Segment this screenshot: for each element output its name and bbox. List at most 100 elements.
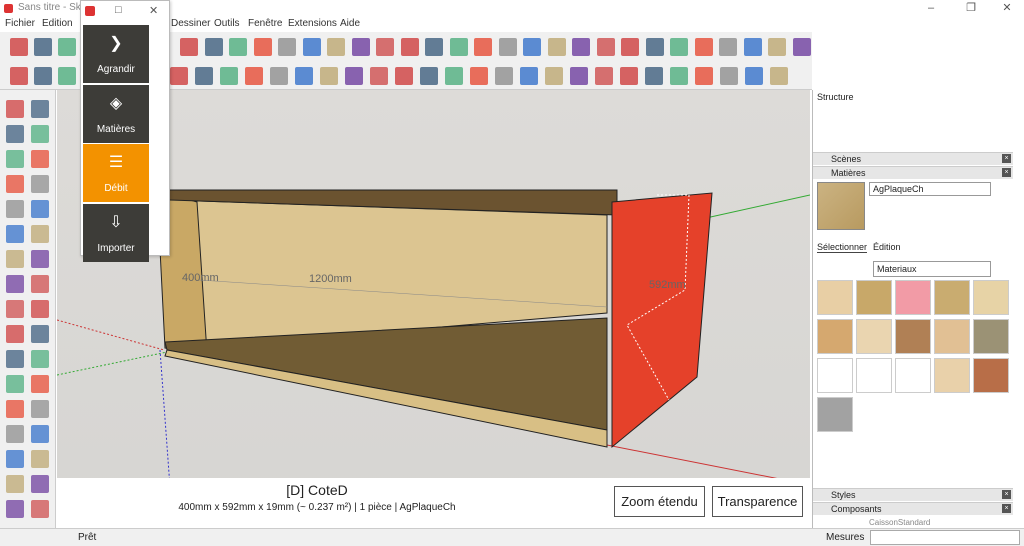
toolbar-tool-icon[interactable] bbox=[445, 67, 463, 85]
material-swatch[interactable] bbox=[973, 319, 1009, 354]
toolbar-tool-icon[interactable] bbox=[58, 67, 76, 85]
toolbar-tool-icon[interactable] bbox=[523, 38, 541, 56]
toolbar-tool-icon[interactable] bbox=[295, 67, 313, 85]
popup-close-icon[interactable]: ✕ bbox=[149, 4, 158, 17]
agrandir-button[interactable]: ❯ Agrandir bbox=[83, 25, 149, 83]
material-swatch[interactable] bbox=[856, 280, 892, 315]
material-swatch[interactable] bbox=[817, 319, 853, 354]
toolbar-tool-icon[interactable] bbox=[34, 67, 52, 85]
material-swatch[interactable] bbox=[895, 280, 931, 315]
measurements-input[interactable] bbox=[870, 530, 1020, 545]
material-name-field[interactable]: AgPlaqueCh bbox=[869, 182, 991, 196]
toolbar-tool-icon[interactable] bbox=[645, 67, 663, 85]
material-swatch[interactable] bbox=[895, 358, 931, 393]
drawing-tool-icon[interactable] bbox=[6, 475, 24, 493]
material-swatch[interactable] bbox=[856, 358, 892, 393]
drawing-tool-icon[interactable] bbox=[6, 425, 24, 443]
toolbar-tool-icon[interactable] bbox=[320, 67, 338, 85]
toolbar-tool-icon[interactable] bbox=[570, 67, 588, 85]
material-swatch[interactable] bbox=[973, 358, 1009, 393]
toolbar-tool-icon[interactable] bbox=[229, 38, 247, 56]
composants-header[interactable]: Composants × bbox=[813, 502, 1013, 515]
importer-button[interactable]: ⇩ Importer bbox=[83, 204, 149, 262]
popup-maximize-icon[interactable]: □ bbox=[115, 4, 122, 16]
menu-edition[interactable]: Edition bbox=[42, 18, 73, 29]
transparency-button[interactable]: Transparence bbox=[712, 486, 803, 517]
drawing-tool-icon[interactable] bbox=[6, 500, 24, 518]
tab-edit[interactable]: Édition bbox=[873, 242, 901, 252]
toolbar-tool-icon[interactable] bbox=[520, 67, 538, 85]
library-dropdown[interactable]: Materiaux bbox=[873, 261, 991, 277]
drawing-tool-icon[interactable] bbox=[6, 100, 24, 118]
toolbar-tool-icon[interactable] bbox=[245, 67, 263, 85]
toolbar-tool-icon[interactable] bbox=[278, 38, 296, 56]
tab-select[interactable]: Sélectionner bbox=[817, 242, 868, 253]
toolbar-tool-icon[interactable] bbox=[621, 38, 639, 56]
toolbar-tool-icon[interactable] bbox=[670, 67, 688, 85]
toolbar-tool-icon[interactable] bbox=[170, 67, 188, 85]
toolbar-tool-icon[interactable] bbox=[620, 67, 638, 85]
drawing-tool-icon[interactable] bbox=[6, 300, 24, 318]
toolbar-tool-icon[interactable] bbox=[694, 38, 713, 56]
toolbar-tool-icon[interactable] bbox=[720, 67, 738, 85]
material-swatch[interactable] bbox=[934, 319, 970, 354]
toolbar-tool-icon[interactable] bbox=[370, 67, 388, 85]
drawing-tool-icon[interactable] bbox=[31, 275, 49, 293]
toolbar-tool-icon[interactable] bbox=[425, 38, 443, 56]
drawing-tool-icon[interactable] bbox=[31, 475, 49, 493]
material-swatch[interactable] bbox=[895, 319, 931, 354]
toolbar-tool-icon[interactable] bbox=[792, 38, 811, 56]
toolbar-tool-icon[interactable] bbox=[345, 67, 363, 85]
drawing-tool-icon[interactable] bbox=[31, 500, 49, 518]
menu-extensions[interactable]: Extensions bbox=[288, 18, 337, 29]
toolbar-tool-icon[interactable] bbox=[195, 67, 213, 85]
menu-dessiner[interactable]: Dessiner bbox=[171, 18, 210, 29]
drawing-tool-icon[interactable] bbox=[31, 425, 49, 443]
material-swatch[interactable] bbox=[973, 280, 1009, 315]
component-item[interactable]: CaissonStandard bbox=[869, 518, 930, 527]
toolbar-tool-icon[interactable] bbox=[470, 67, 488, 85]
drawing-tool-icon[interactable] bbox=[31, 175, 49, 193]
menu-fenetre[interactable]: Fenêtre bbox=[248, 18, 282, 29]
toolbar-tool-icon[interactable] bbox=[400, 38, 419, 56]
material-swatch[interactable] bbox=[856, 319, 892, 354]
matieres-button[interactable]: ◈ Matières bbox=[83, 85, 149, 143]
toolbar-tool-icon[interactable] bbox=[495, 67, 513, 85]
toolbar-tool-icon[interactable] bbox=[545, 67, 563, 85]
menu-aide[interactable]: Aide bbox=[340, 18, 360, 29]
drawing-tool-icon[interactable] bbox=[6, 275, 24, 293]
toolbar-tool-icon[interactable] bbox=[595, 67, 613, 85]
toolbar-tool-icon[interactable] bbox=[498, 38, 517, 56]
drawing-tool-icon[interactable] bbox=[31, 300, 49, 318]
toolbar-tool-icon[interactable] bbox=[572, 38, 590, 56]
close-button[interactable]: ✕ bbox=[992, 0, 1022, 18]
drawing-tool-icon[interactable] bbox=[31, 325, 49, 343]
maximize-button[interactable]: ❐ bbox=[956, 0, 986, 18]
material-swatch[interactable] bbox=[817, 397, 853, 432]
toolbar-tool-icon[interactable] bbox=[719, 38, 737, 56]
drawing-tool-icon[interactable] bbox=[31, 250, 49, 268]
drawing-tool-icon[interactable] bbox=[6, 150, 24, 168]
drawing-tool-icon[interactable] bbox=[31, 400, 49, 418]
toolbar-tool-icon[interactable] bbox=[302, 38, 321, 56]
toolbar-tool-icon[interactable] bbox=[180, 38, 198, 56]
drawing-tool-icon[interactable] bbox=[31, 375, 49, 393]
toolbar-tool-icon[interactable] bbox=[204, 38, 223, 56]
drawing-tool-icon[interactable] bbox=[6, 325, 24, 343]
drawing-tool-icon[interactable] bbox=[6, 125, 24, 143]
zoom-extents-button[interactable]: Zoom étendu bbox=[614, 486, 705, 517]
material-swatch[interactable] bbox=[934, 358, 970, 393]
toolbar-tool-icon[interactable] bbox=[474, 38, 492, 56]
toolbar-tool-icon[interactable] bbox=[351, 38, 370, 56]
scenes-header[interactable]: Scènes × bbox=[813, 152, 1013, 165]
menu-fichier[interactable]: Fichier bbox=[5, 18, 35, 29]
drawing-tool-icon[interactable] bbox=[6, 250, 24, 268]
debit-button[interactable]: ☰ Débit bbox=[83, 144, 149, 202]
toolbar-tool-icon[interactable] bbox=[58, 38, 76, 56]
drawing-tool-icon[interactable] bbox=[31, 225, 49, 243]
material-swatch[interactable] bbox=[817, 358, 853, 393]
toolbar-tool-icon[interactable] bbox=[670, 38, 688, 56]
drawing-tool-icon[interactable] bbox=[6, 350, 24, 368]
toolbar-tool-icon[interactable] bbox=[395, 67, 413, 85]
drawing-tool-icon[interactable] bbox=[31, 350, 49, 368]
